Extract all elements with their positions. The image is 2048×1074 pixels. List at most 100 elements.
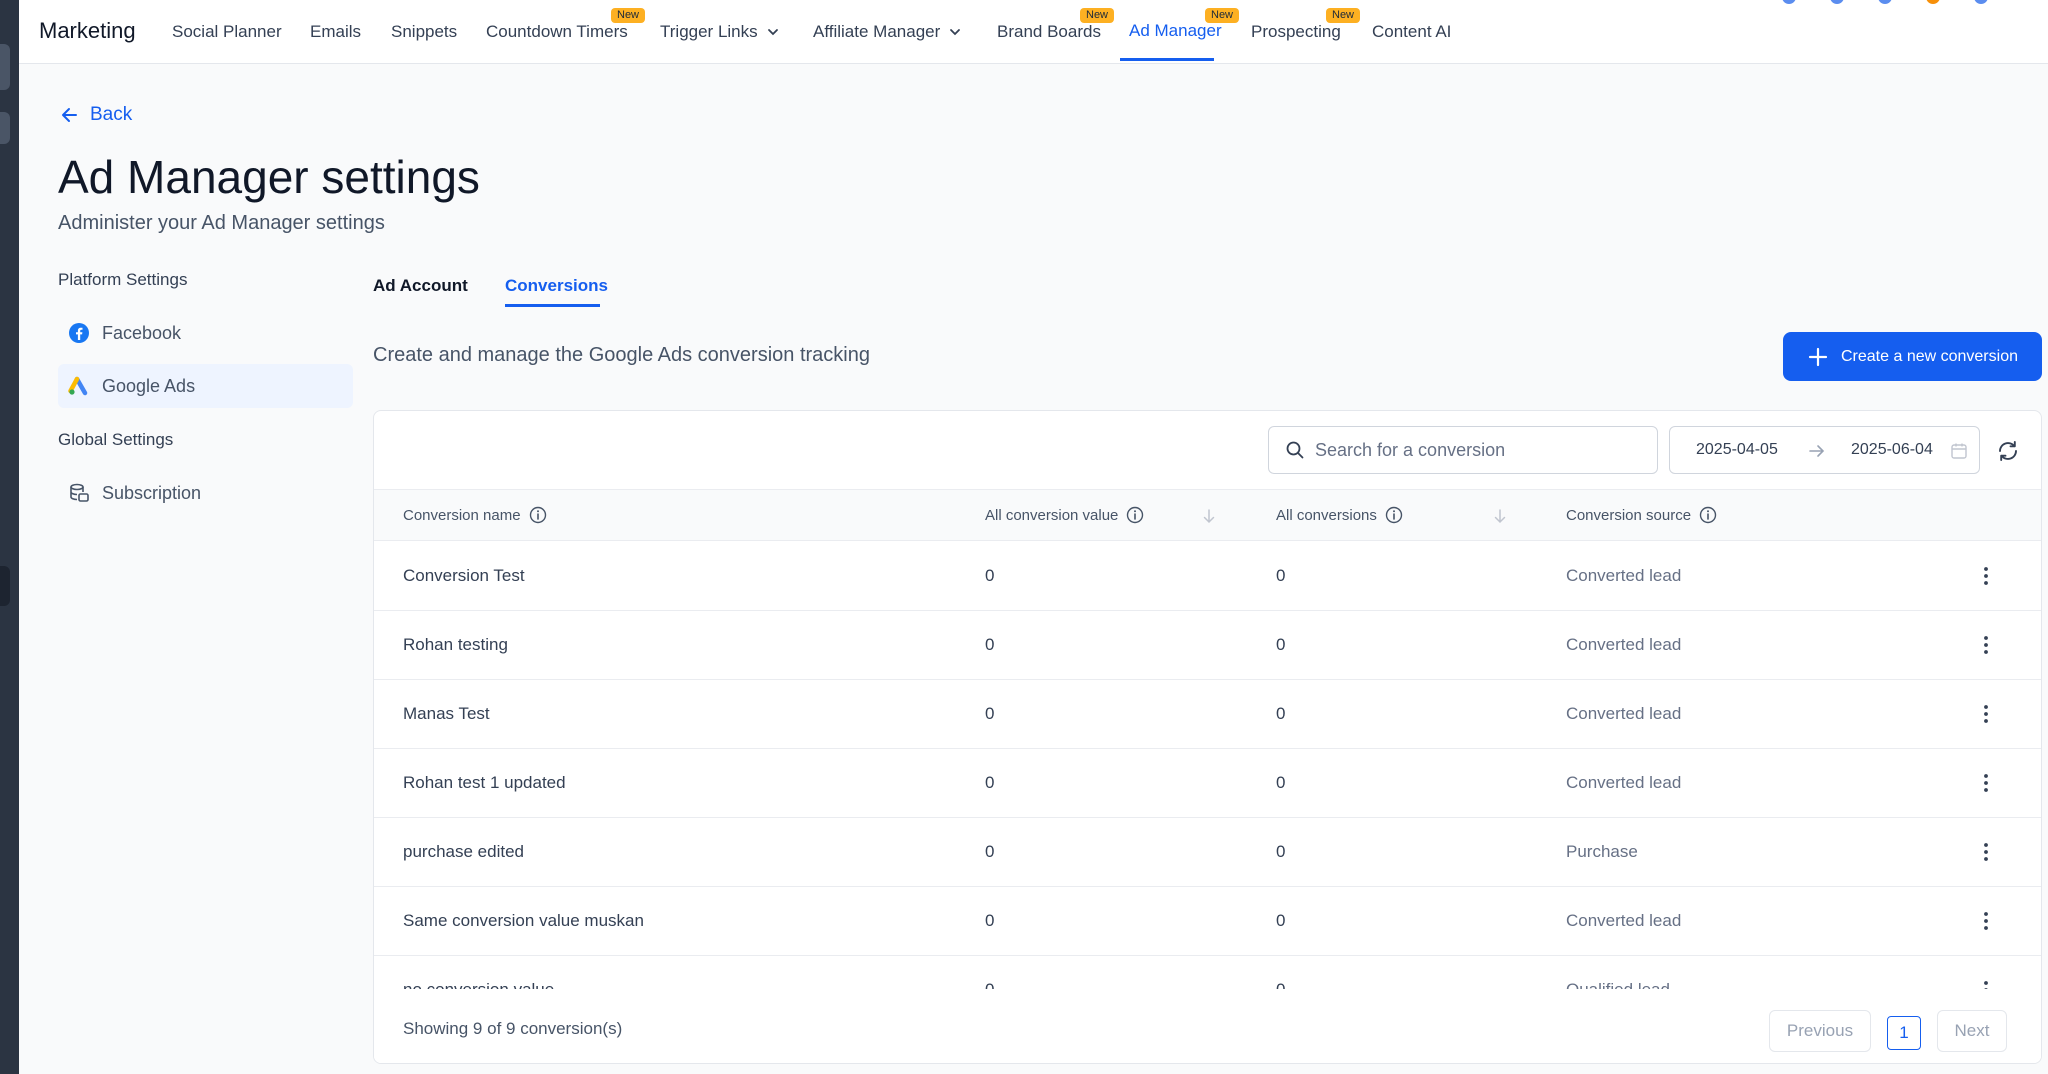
header-icon[interactable] (1974, 0, 1988, 4)
header-icon[interactable] (1782, 0, 1796, 4)
column-header-label: Conversion source (1566, 506, 1692, 524)
global-settings-heading: Global Settings (58, 430, 174, 449)
previous-page-button[interactable]: Previous (1769, 1010, 1871, 1052)
sidebar-item-subscription[interactable]: Subscription (58, 471, 353, 515)
plus-icon (1808, 347, 1828, 366)
showing-count: Showing 9 of 9 conversion(s) (403, 1019, 623, 1038)
tab-conversions[interactable]: Conversions (505, 276, 608, 296)
brand-title: Marketing (39, 18, 136, 43)
nav-label: Snippets (391, 22, 458, 41)
nav-label: Social Planner (172, 22, 282, 41)
nav-label: Trigger Links (660, 22, 758, 41)
header-icon[interactable] (1926, 0, 1940, 4)
section-description: Create and manage the Google Ads convers… (373, 344, 870, 366)
page-number-button[interactable]: 1 (1887, 1016, 1921, 1050)
calendar-icon (1951, 443, 1967, 459)
column-header-conversions[interactable]: All conversions (1276, 506, 1403, 524)
google-ads-icon (68, 376, 88, 396)
nav-label: Countdown Timers (486, 22, 628, 41)
more-options-icon[interactable] (1983, 842, 1989, 862)
info-icon[interactable] (1699, 506, 1717, 524)
back-link[interactable]: Back (60, 104, 132, 126)
column-header-label: All conversions (1276, 506, 1377, 524)
info-icon[interactable] (1385, 506, 1403, 524)
active-tab-indicator (505, 304, 600, 307)
tab-ad-account[interactable]: Ad Account (373, 276, 468, 296)
nav-prospecting[interactable]: Prospecting (1251, 22, 1341, 42)
next-page-button[interactable]: Next (1937, 1010, 2007, 1052)
conversion-name-cell: Rohan test 1 updated (403, 773, 566, 792)
sidebar-item-facebook[interactable]: Facebook (58, 311, 353, 355)
nav-label: Brand Boards (997, 22, 1101, 41)
nav-social-planner[interactable]: Social Planner (172, 22, 282, 42)
arrow-right-icon (1809, 445, 1825, 457)
date-start[interactable]: 2025-04-05 (1696, 441, 1778, 459)
date-range-picker[interactable]: 2025-04-05 2025-06-04 (1669, 426, 1980, 474)
conversion-value-cell: 0 (985, 911, 995, 930)
conversions-count-cell: 0 (1276, 635, 1286, 654)
search-input[interactable] (1315, 439, 1635, 461)
page-subtitle: Administer your Ad Manager settings (58, 212, 385, 234)
nav-content-ai[interactable]: Content AI (1372, 22, 1451, 42)
column-header-conversion-source[interactable]: Conversion source (1566, 506, 1717, 524)
table-row[interactable]: Rohan testing 0 0 Converted lead (374, 611, 2041, 680)
column-header-conversion-name[interactable]: Conversion name (403, 506, 547, 524)
conversions-table-card: 2025-04-05 2025-06-04 Conversion name Al… (373, 410, 2042, 1064)
info-icon[interactable] (1126, 506, 1144, 524)
chevron-down-icon (767, 29, 778, 36)
nav-ad-manager[interactable]: Ad Manager (1129, 21, 1222, 41)
more-options-icon[interactable] (1983, 635, 1989, 655)
conversion-name-cell: Manas Test (403, 704, 490, 723)
top-navigation: Marketing Social Planner Emails Snippets… (19, 0, 2048, 64)
database-icon (70, 483, 89, 502)
table-row[interactable]: Same conversion value muskan 0 0 Convert… (374, 887, 2041, 956)
search-icon (1286, 441, 1304, 459)
nav-countdown-timers[interactable]: Countdown Timers (486, 22, 628, 42)
nav-brand-boards[interactable]: Brand Boards (997, 22, 1101, 42)
rail-handle[interactable] (0, 44, 10, 90)
conversion-value-cell: 0 (985, 635, 995, 654)
conversions-count-cell: 0 (1276, 566, 1286, 585)
nav-emails[interactable]: Emails (310, 22, 361, 42)
sort-arrow-icon[interactable] (1202, 508, 1216, 524)
conversion-value-cell: 0 (985, 773, 995, 792)
table-row[interactable]: Manas Test 0 0 Converted lead (374, 680, 2041, 749)
conversions-count-cell: 0 (1276, 911, 1286, 930)
sort-arrow-icon[interactable] (1493, 508, 1507, 524)
search-box[interactable] (1268, 426, 1658, 474)
conversion-source-cell: Purchase (1566, 842, 1638, 861)
table-row[interactable]: Conversion Test 0 0 Converted lead (374, 542, 2041, 611)
table-row[interactable]: Rohan test 1 updated 0 0 Converted lead (374, 749, 2041, 818)
header-icon[interactable] (1830, 0, 1844, 4)
sidebar-item-google-ads[interactable]: Google Ads (58, 364, 353, 408)
column-header-label: All conversion value (985, 506, 1119, 524)
nav-label: Ad Manager (1129, 21, 1222, 40)
sidebar-item-label: Subscription (102, 482, 202, 503)
nav-label: Affiliate Manager (813, 22, 941, 41)
info-icon[interactable] (529, 506, 547, 524)
refresh-icon[interactable] (1996, 439, 2020, 463)
conversion-source-cell: Converted lead (1566, 566, 1682, 585)
rail-handle[interactable] (0, 112, 10, 144)
nav-affiliate-manager[interactable]: Affiliate Manager (813, 22, 962, 42)
more-options-icon[interactable] (1983, 704, 1989, 724)
conversion-source-cell: Converted lead (1566, 704, 1682, 723)
column-header-conversion-value[interactable]: All conversion value (985, 506, 1144, 524)
table-row[interactable]: purchase edited 0 0 Purchase (374, 818, 2041, 887)
more-options-icon[interactable] (1983, 566, 1989, 586)
conversion-name-cell: purchase edited (403, 842, 524, 861)
create-conversion-button[interactable]: Create a new conversion (1783, 332, 2042, 381)
rail-handle[interactable] (0, 566, 10, 606)
conversions-count-cell: 0 (1276, 773, 1286, 792)
facebook-icon (69, 323, 89, 343)
more-options-icon[interactable] (1983, 911, 1989, 931)
app-side-rail (0, 0, 19, 1074)
nav-snippets[interactable]: Snippets (391, 22, 457, 42)
sidebar-item-label: Facebook (102, 322, 182, 343)
table-header: Conversion name All conversion value All… (374, 489, 2041, 541)
nav-trigger-links[interactable]: Trigger Links (660, 22, 780, 42)
more-options-icon[interactable] (1983, 773, 1989, 793)
nav-label: Prospecting (1251, 22, 1341, 41)
header-icon[interactable] (1878, 0, 1892, 4)
date-end[interactable]: 2025-06-04 (1851, 441, 1933, 459)
